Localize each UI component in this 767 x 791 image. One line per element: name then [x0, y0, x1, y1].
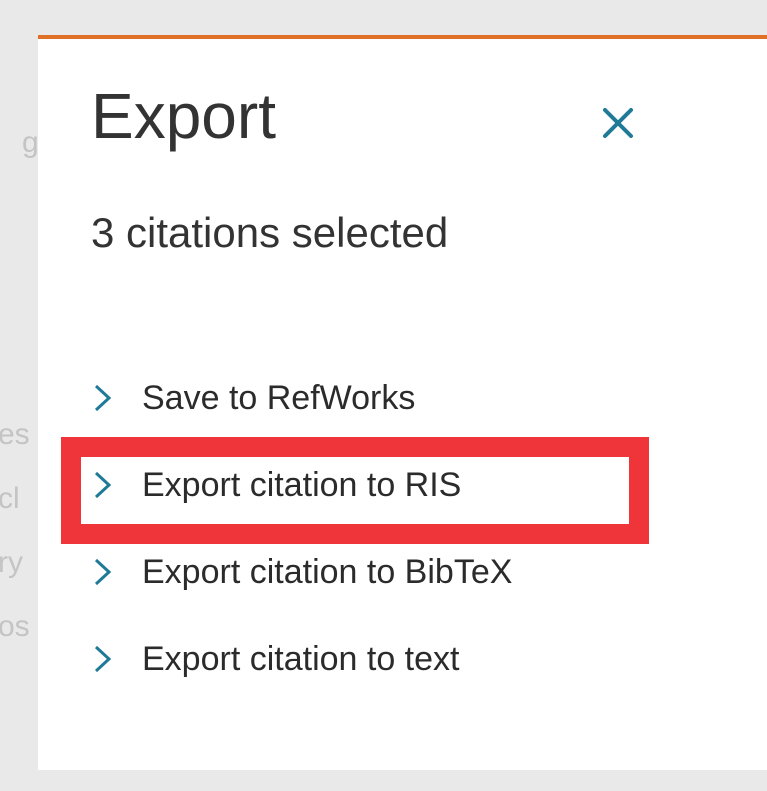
option-label: Export citation to text: [142, 639, 460, 678]
close-button[interactable]: [597, 102, 639, 144]
chevron-right-icon: [94, 384, 112, 412]
option-export-bibtex[interactable]: Export citation to BibTeX: [92, 552, 512, 592]
option-save-to-refworks[interactable]: Save to RefWorks: [92, 378, 415, 418]
chevron-right-icon: [94, 471, 112, 499]
dialog-title: Export: [91, 80, 276, 152]
background-text-fragment: ry: [0, 546, 23, 579]
page-backdrop: g es cl ry os Export 3 citations selecte…: [0, 0, 767, 791]
background-text-fragment: g: [22, 126, 39, 159]
close-icon: [603, 108, 633, 138]
option-label: Export citation to BibTeX: [142, 552, 513, 591]
option-label: Save to RefWorks: [142, 378, 416, 417]
option-export-ris[interactable]: Export citation to RIS: [92, 465, 461, 505]
chevron-right-icon: [94, 645, 112, 673]
chevron-right-icon: [94, 558, 112, 586]
option-label: Export citation to RIS: [142, 465, 462, 504]
background-text-fragment: cl: [0, 482, 20, 515]
selection-count: 3 citations selected: [91, 209, 449, 256]
option-export-text[interactable]: Export citation to text: [92, 639, 460, 679]
background-text-fragment: es: [0, 418, 30, 451]
background-text-fragment: os: [0, 610, 30, 643]
